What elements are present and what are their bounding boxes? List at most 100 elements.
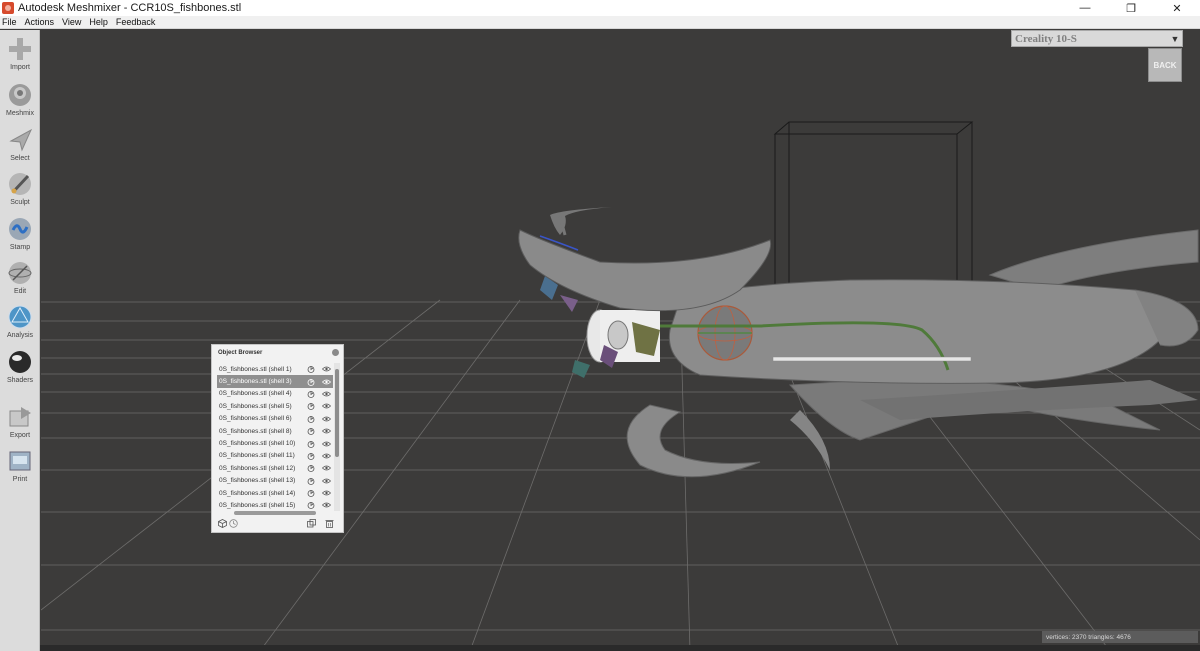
shell-options-icon[interactable] [307, 452, 315, 460]
stamp-tool-button[interactable]: Stamp [0, 212, 40, 256]
title-bar: Autodesk Meshmixer - CCR10S_fishbones.st… [0, 0, 1200, 16]
shell-options-icon[interactable] [307, 440, 315, 448]
menu-feedback[interactable]: Feedback [114, 17, 160, 27]
3d-viewport[interactable] [41, 30, 1200, 651]
eye-icon[interactable] [322, 465, 331, 471]
shell-options-icon[interactable] [307, 501, 315, 510]
object-name: 0S_fishbones.stl (shell 10) [219, 440, 296, 448]
close-icon[interactable] [332, 349, 339, 356]
meshmixer-logo-icon [2, 2, 14, 14]
print-tool-button[interactable]: Print [0, 444, 40, 488]
shell-options-icon[interactable] [307, 365, 315, 374]
vscroll-thumb[interactable] [335, 369, 339, 457]
menu-actions[interactable]: Actions [23, 17, 59, 27]
eye-icon[interactable] [322, 428, 331, 434]
shaders-tool-label: Shaders [6, 377, 34, 384]
restore-button[interactable]: ❐ [1108, 0, 1154, 16]
eye-icon[interactable] [322, 453, 331, 459]
object-list-item[interactable]: 0S_fishbones.stl (shell 12) [217, 462, 333, 474]
menu-view[interactable]: View [60, 17, 85, 27]
object-list-item[interactable]: 0S_fishbones.stl (shell 14) [217, 487, 333, 499]
trash-icon[interactable] [325, 519, 334, 528]
print-icon [9, 451, 31, 471]
shell-options-icon[interactable] [307, 477, 315, 485]
shell-options-icon[interactable] [307, 464, 315, 473]
shell-options-icon[interactable] [307, 390, 315, 398]
minimize-button[interactable]: — [1062, 0, 1108, 16]
object-list-item[interactable]: 0S_fishbones.stl (shell 1) [217, 363, 333, 375]
dropdown-arrow-icon: ▼ [1170, 33, 1180, 44]
left-toolbar: Import Meshmix Select Sculpt Stamp Edit [0, 30, 40, 651]
eye-icon[interactable] [322, 502, 331, 508]
edit-tool-label: Edit [13, 288, 27, 295]
shader-sphere-icon [9, 351, 31, 373]
object-name: 0S_fishbones.stl (shell 4) [219, 390, 292, 398]
object-browser-panel: Object Browser 0S_fishbones.stl (shell 1… [211, 344, 344, 533]
analysis-tool-label: Analysis [6, 332, 34, 339]
object-browser-title: Object Browser [218, 350, 263, 356]
eye-icon[interactable] [322, 490, 331, 496]
object-name: 0S_fishbones.stl (shell 3) [219, 378, 292, 386]
object-list-item[interactable]: 0S_fishbones.stl (shell 15) [217, 499, 333, 511]
menu-help[interactable]: Help [87, 17, 112, 27]
object-list-vscrollbar[interactable] [334, 363, 340, 511]
window-title: Autodesk Meshmixer - CCR10S_fishbones.st… [18, 2, 242, 14]
eye-icon[interactable] [322, 441, 331, 447]
menu-bar: File Actions View Help Feedback [0, 16, 1200, 29]
edit-tool-button[interactable]: Edit [0, 256, 40, 300]
object-browser-header[interactable]: Object Browser [212, 345, 343, 361]
object-name: 0S_fishbones.stl (shell 15) [219, 501, 296, 509]
shell-options-icon[interactable] [307, 427, 315, 436]
object-list-item[interactable]: 0S_fishbones.stl (shell 11) [217, 450, 333, 462]
object-name: 0S_fishbones.stl (shell 5) [219, 402, 292, 410]
export-icon [9, 407, 31, 427]
analysis-tool-button[interactable]: Analysis [0, 300, 40, 344]
clock-icon[interactable] [229, 519, 238, 528]
shaders-tool-button[interactable]: Shaders [0, 345, 40, 389]
meshmix-tool-label: Meshmix [5, 110, 34, 117]
duplicate-icon[interactable] [307, 519, 316, 528]
object-list-item[interactable]: 0S_fishbones.stl (shell 6) [217, 413, 333, 425]
shell-options-icon[interactable] [307, 415, 315, 423]
import-tool-button[interactable]: Import [0, 32, 40, 76]
shell-options-icon[interactable] [307, 378, 315, 386]
meshmix-icon [9, 84, 31, 106]
export-tool-button[interactable]: Export [0, 400, 40, 444]
eye-icon[interactable] [322, 478, 331, 484]
object-list-item[interactable]: 0S_fishbones.stl (shell 3) [217, 375, 333, 388]
plus-icon [9, 38, 31, 60]
printer-select[interactable]: Creality 10-S ▼ [1011, 30, 1183, 47]
eye-icon[interactable] [322, 403, 331, 409]
object-name: 0S_fishbones.stl (shell 11) [219, 452, 295, 460]
os-taskbar [40, 645, 1200, 651]
eye-icon[interactable] [322, 391, 331, 397]
menu-file[interactable]: File [0, 17, 21, 27]
object-list-item[interactable]: 0S_fishbones.stl (shell 13) [217, 475, 333, 487]
printer-select-value: Creality 10-S [1015, 32, 1077, 45]
object-list-item[interactable]: 0S_fishbones.stl (shell 10) [217, 437, 333, 449]
shell-options-icon[interactable] [307, 489, 315, 497]
back-button[interactable]: BACK [1148, 48, 1182, 82]
object-name: 0S_fishbones.stl (shell 1) [219, 365, 292, 373]
select-arrow-icon [9, 128, 33, 152]
edit-sphere-icon [8, 262, 32, 284]
eye-icon[interactable] [322, 416, 331, 422]
object-list-hscrollbar[interactable] [234, 511, 316, 515]
eye-icon[interactable] [322, 366, 331, 372]
object-name: 0S_fishbones.stl (shell 6) [219, 415, 292, 423]
close-button[interactable]: ✕ [1154, 0, 1200, 16]
shell-options-icon[interactable] [307, 402, 315, 411]
object-name: 0S_fishbones.stl (shell 12) [219, 464, 296, 472]
object-list-item[interactable]: 0S_fishbones.stl (shell 8) [217, 425, 333, 437]
cube-icon[interactable] [218, 519, 227, 528]
sculpt-tool-button[interactable]: Sculpt [0, 167, 40, 211]
print-tool-label: Print [12, 476, 28, 483]
mesh-stats-status: vertices: 2370 triangles: 4676 [1042, 631, 1198, 643]
object-list-item[interactable]: 0S_fishbones.stl (shell 4) [217, 388, 333, 400]
stamp-icon [9, 218, 31, 240]
object-list-item[interactable]: 0S_fishbones.stl (shell 5) [217, 400, 333, 412]
meshmix-tool-button[interactable]: Meshmix [0, 78, 40, 122]
eye-icon[interactable] [322, 379, 331, 385]
select-tool-button[interactable]: Select [0, 123, 40, 167]
object-name: 0S_fishbones.stl (shell 14) [219, 489, 296, 497]
